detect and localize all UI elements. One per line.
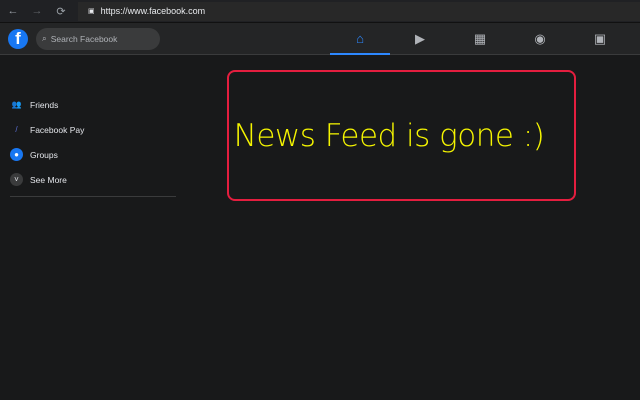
sidebar: 👥 Friends / Facebook Pay ● Groups ˅ See More — [10, 92, 176, 197]
reload-icon[interactable]: ⟳ — [54, 5, 68, 18]
back-icon[interactable]: ← — [6, 5, 20, 17]
search-input[interactable]: ⌕ Search Facebook — [36, 27, 160, 50]
sidebar-item-see-more[interactable]: ˅ See More — [10, 167, 176, 192]
sidebar-item-label: Facebook Pay — [30, 124, 85, 135]
store-icon: ▦ — [473, 31, 487, 46]
tab-groups[interactable]: ◉ — [510, 23, 570, 55]
main-nav: ⌂ ▶ ▦ ◉ ▣ — [330, 23, 630, 55]
sidebar-item-label: Friends — [30, 99, 59, 110]
tab-watch[interactable]: ▶ — [390, 23, 450, 55]
forward-icon[interactable]: → — [30, 5, 44, 17]
sidebar-item-groups[interactable]: ● Groups — [10, 142, 176, 167]
home-icon: ⌂ — [356, 30, 364, 46]
sidebar-item-label: Groups — [30, 149, 58, 160]
facebook-logo[interactable]: f — [8, 28, 28, 49]
friends-icon: 👥 — [11, 100, 22, 109]
video-icon: ▶ — [415, 31, 425, 46]
groups-icon: ● — [10, 148, 23, 161]
sidebar-item-facebook-pay[interactable]: / Facebook Pay — [10, 117, 176, 142]
search-placeholder: Search Facebook — [50, 33, 118, 44]
browser-toolbar: ← → ⟳ ▣ https://www.facebook.com — [0, 0, 640, 23]
groups-icon: ◉ — [534, 31, 546, 46]
sidebar-item-friends[interactable]: 👥 Friends — [10, 92, 176, 117]
sidebar-item-label: See More — [30, 174, 67, 185]
divider — [10, 196, 176, 197]
lock-icon: ▣ — [88, 8, 95, 15]
tab-gaming[interactable]: ▣ — [570, 23, 630, 55]
news-feed-replacement-box: News Feed is gone :) — [227, 70, 576, 201]
facebook-header: f ⌕ Search Facebook ⌂ ▶ ▦ ◉ ▣ — [0, 23, 640, 55]
news-feed-message: News Feed is gone :) — [233, 117, 545, 154]
tab-marketplace[interactable]: ▦ — [450, 23, 510, 55]
address-bar[interactable]: ▣ https://www.facebook.com — [78, 1, 640, 21]
search-icon: ⌕ — [42, 33, 47, 43]
chevron-down-icon: ˅ — [10, 173, 23, 186]
tab-home[interactable]: ⌂ — [330, 23, 390, 55]
gaming-icon: ▣ — [593, 31, 607, 46]
url-text: https://www.facebook.com — [100, 6, 206, 16]
pay-icon: / — [15, 125, 18, 134]
